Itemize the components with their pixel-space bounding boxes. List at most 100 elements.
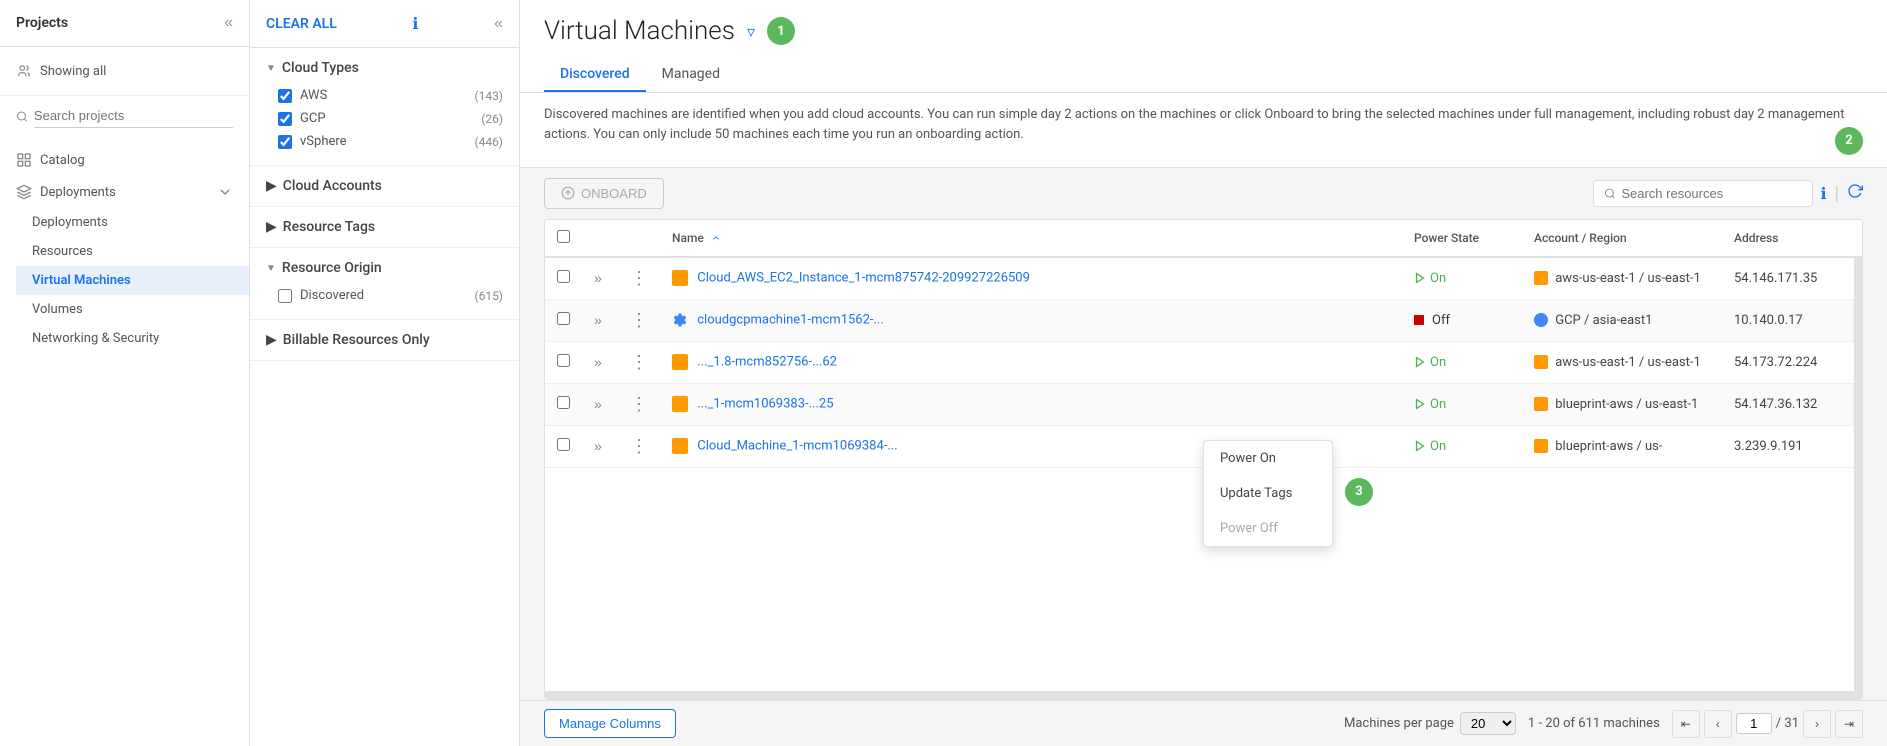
- search-projects-input[interactable]: [34, 104, 233, 128]
- col-account-header[interactable]: Account / Region: [1522, 220, 1722, 257]
- onboard-button[interactable]: ONBOARD: [544, 178, 664, 209]
- gcp-filter-row: GCP (26): [278, 107, 503, 130]
- cloud-accounts-section[interactable]: ▶ Cloud Accounts: [250, 166, 519, 207]
- row5-expand: »: [582, 425, 618, 467]
- current-page-input[interactable]: [1736, 713, 1772, 734]
- deployments-sub-items: Deployments Resources Virtual Machines V…: [0, 208, 249, 353]
- nav-volumes[interactable]: Volumes: [16, 295, 249, 324]
- sidebar-navigation: Catalog Deployments Deployments Resource…: [0, 136, 249, 361]
- last-page-button[interactable]: ⇥: [1835, 710, 1863, 738]
- aws-label: AWS: [300, 88, 466, 103]
- nav-networking-security[interactable]: Networking & Security: [16, 324, 249, 353]
- deployments-header[interactable]: Deployments: [0, 176, 249, 208]
- context-power-off[interactable]: Power Off: [1204, 511, 1332, 546]
- row2-actions-button[interactable]: ⋮: [630, 310, 648, 331]
- row1-address: 54.146.171.35: [1722, 257, 1862, 300]
- gcp-count: (26): [481, 112, 503, 126]
- search-projects-section: [0, 96, 249, 136]
- collapse-sidebar-button[interactable]: «: [224, 14, 233, 32]
- gcp-checkbox[interactable]: [278, 112, 292, 126]
- prev-page-button[interactable]: ‹: [1704, 710, 1732, 738]
- row1-actions-button[interactable]: ⋮: [630, 268, 648, 289]
- col-power-header[interactable]: Power State: [1402, 220, 1522, 257]
- row5-actions-button[interactable]: ⋮: [630, 436, 648, 457]
- row1-checkbox[interactable]: [557, 270, 570, 283]
- row5-checkbox[interactable]: [557, 438, 570, 451]
- row3-expand: »: [582, 341, 618, 383]
- horizontal-scrollbar[interactable]: [545, 691, 1862, 699]
- context-power-on[interactable]: Power On: [1204, 441, 1332, 476]
- row5-account-icon: [1534, 439, 1548, 453]
- table-row: » ⋮ Cloud_AWS_EC2_Instance_1-mcm875742-2…: [545, 257, 1862, 300]
- sort-icon: [711, 233, 721, 243]
- row1-vm-name[interactable]: Cloud_AWS_EC2_Instance_1-mcm875742-20992…: [697, 270, 1030, 285]
- row1-power: On: [1402, 257, 1522, 300]
- row3-expand-button[interactable]: »: [594, 354, 602, 370]
- clear-all-button[interactable]: CLEAR ALL: [266, 16, 337, 32]
- row2-account: GCP / asia-east1: [1522, 299, 1722, 341]
- step-badge-1: 1: [767, 17, 795, 45]
- col-check-header: [545, 220, 582, 257]
- row4-expand-button[interactable]: »: [594, 396, 602, 412]
- manage-columns-button[interactable]: Manage Columns: [544, 709, 676, 738]
- tab-discovered[interactable]: Discovered: [544, 58, 646, 92]
- per-page-selector: Machines per page 20 50 100: [1344, 712, 1516, 735]
- row4-vm-name[interactable]: ..._1-mcm1069383-...25: [697, 396, 833, 411]
- row4-actions-button[interactable]: ⋮: [630, 394, 648, 415]
- resource-tags-section[interactable]: ▶ Resource Tags: [250, 207, 519, 248]
- collapse-filter-button[interactable]: «: [494, 15, 503, 33]
- page-controls: ⇤ ‹ / 31 › ⇥: [1672, 710, 1863, 738]
- catalog-header[interactable]: Catalog: [0, 144, 249, 176]
- row3-checkbox[interactable]: [557, 354, 570, 367]
- catalog-nav-item[interactable]: Catalog: [0, 144, 249, 176]
- row2-actions: ⋮: [618, 299, 660, 341]
- showing-all-item[interactable]: Showing all: [16, 57, 233, 85]
- search-resources-icon: [1604, 187, 1616, 200]
- context-update-tags[interactable]: Update Tags: [1204, 476, 1332, 511]
- row2-vm-name[interactable]: cloudgcpmachine1-mcm1562-...: [697, 312, 884, 327]
- row1-expand-button[interactable]: »: [594, 270, 602, 286]
- people-icon: [16, 63, 32, 79]
- billable-resources-section[interactable]: ▶ Billable Resources Only: [250, 320, 519, 361]
- nav-deployments[interactable]: Deployments: [16, 208, 249, 237]
- search-info-icon[interactable]: ℹ: [1821, 184, 1827, 203]
- col-address-header[interactable]: Address: [1722, 220, 1862, 257]
- select-all-checkbox[interactable]: [557, 230, 570, 243]
- tabs-container: Discovered Managed: [544, 58, 1863, 92]
- deployments-nav-group: Deployments Deployments Resources Virtua…: [0, 176, 249, 353]
- refresh-button[interactable]: [1847, 183, 1863, 204]
- discovered-checkbox[interactable]: [278, 289, 292, 303]
- row4-checkbox[interactable]: [557, 396, 570, 409]
- vsphere-checkbox[interactable]: [278, 135, 292, 149]
- row3-vm-name[interactable]: ..._1.8-mcm852756-...62: [697, 354, 837, 369]
- search-icon: [16, 110, 28, 123]
- row2-expand: »: [582, 299, 618, 341]
- tab-managed[interactable]: Managed: [646, 58, 736, 92]
- nav-virtual-machines[interactable]: Virtual Machines: [16, 266, 249, 295]
- vertical-scrollbar[interactable]: [1854, 220, 1862, 700]
- per-page-select[interactable]: 20 50 100: [1460, 712, 1516, 735]
- row3-actions: ⋮: [618, 341, 660, 383]
- row2-power: Off: [1402, 299, 1522, 341]
- row3-actions-button[interactable]: ⋮: [630, 352, 648, 373]
- nav-resources[interactable]: Resources: [16, 237, 249, 266]
- col-name-header[interactable]: Name: [660, 220, 1402, 257]
- first-page-button[interactable]: ⇤: [1672, 710, 1700, 738]
- aws-checkbox[interactable]: [278, 89, 292, 103]
- cloud-accounts-chevron: ▶: [266, 178, 277, 194]
- row5-expand-button[interactable]: »: [594, 438, 602, 454]
- next-page-button[interactable]: ›: [1803, 710, 1831, 738]
- power-off-square: [1414, 315, 1424, 325]
- resource-origin-header[interactable]: ▼ Resource Origin: [266, 260, 503, 276]
- filter-funnel-icon: ▿: [747, 22, 755, 41]
- row4-aws-icon: [672, 396, 688, 412]
- toolbar-row: ONBOARD ℹ |: [520, 168, 1887, 219]
- cloud-types-header[interactable]: ▼ Cloud Types: [266, 60, 503, 76]
- row2-expand-button[interactable]: »: [594, 312, 602, 328]
- search-resources-input[interactable]: [1621, 186, 1801, 201]
- filter-info-icon[interactable]: ℹ: [412, 14, 418, 33]
- row5-vm-name[interactable]: Cloud_Machine_1-mcm1069384-...: [697, 438, 897, 453]
- row2-checkbox[interactable]: [557, 312, 570, 325]
- table-row: » ⋮ ..._1-mcm1069383-...25 On: [545, 383, 1862, 425]
- deployments-icon: [16, 184, 32, 200]
